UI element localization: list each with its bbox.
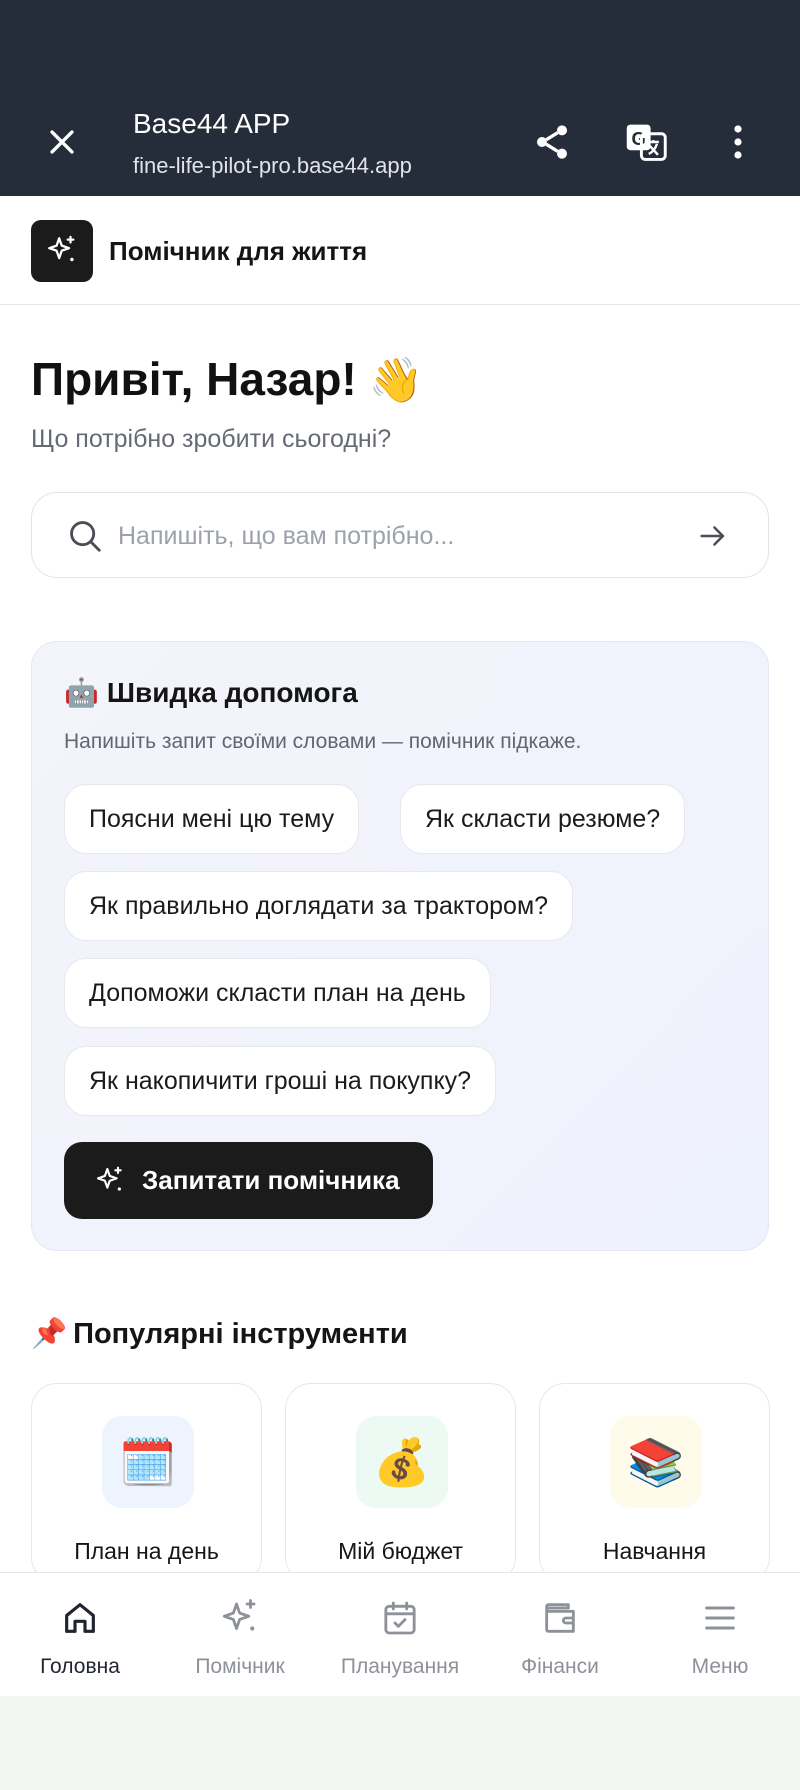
sparkles-icon	[94, 1165, 126, 1197]
sparkles-icon[interactable]	[31, 220, 93, 282]
popular-tools-title: 📌 Популярні інструменти	[31, 1317, 408, 1351]
waving-hand-icon: 👋	[368, 356, 424, 405]
page-subtitle: Що потрібно зробити сьогодні?	[31, 425, 392, 453]
system-gesture-area	[0, 1696, 800, 1790]
suggestion-chip[interactable]: Поясни мені цю тему	[64, 784, 360, 854]
suggestion-chip[interactable]: Як правильно доглядати за трактором?	[64, 871, 574, 941]
nav-label: Головна	[40, 1655, 120, 1678]
tool-label: План на день	[74, 1538, 219, 1564]
translate-icon[interactable]: G	[622, 116, 670, 168]
nav-item-assistant[interactable]: Помічник	[160, 1573, 320, 1697]
app-name: Помічник для життя	[109, 236, 368, 266]
search-icon	[66, 517, 104, 555]
svg-text:G: G	[632, 128, 646, 149]
quick-help-card: 🤖 Швидка допомога Напишіть запит своїми с…	[31, 641, 769, 1251]
ask-assistant-button[interactable]: Запитати помічника	[64, 1142, 433, 1219]
tool-card-day-plan[interactable]: 🗓️ План на день	[31, 1383, 262, 1583]
close-icon[interactable]	[38, 118, 86, 166]
calendar-icon: 🗓️	[102, 1416, 194, 1508]
nav-label: Меню	[691, 1655, 749, 1678]
bottom-navigation: Головна Помічник Планування Фінанси Меню	[0, 1572, 800, 1696]
money-bag-icon: 💰	[356, 1416, 448, 1508]
more-vertical-icon[interactable]	[717, 116, 759, 168]
tool-card-learning[interactable]: 📚 Навчання	[539, 1383, 770, 1583]
tool-label: Навчання	[602, 1538, 707, 1564]
nav-item-home[interactable]: Головна	[0, 1573, 160, 1697]
browser-toolbar: Base44 APP fine-life-pilot-pro.base44.ap…	[0, 0, 800, 196]
menu-icon	[695, 1593, 745, 1643]
nav-item-planning[interactable]: Планування	[320, 1573, 480, 1697]
quick-help-subtitle: Напишіть запит своїми словами — помічник…	[64, 730, 582, 753]
search-input[interactable]	[118, 507, 698, 565]
popular-tools-title-text: Популярні інструменти	[73, 1318, 408, 1350]
browser-title: Base44 APP	[133, 108, 291, 139]
robot-icon: 🤖	[64, 677, 99, 708]
quick-help-title-text: Швидка допомога	[106, 677, 358, 708]
page-title: Привіт, Назар! 👋	[31, 352, 424, 406]
nav-label: Планування	[340, 1655, 460, 1678]
suggestion-chip[interactable]: Допоможи скласти план на день	[64, 958, 491, 1028]
home-icon	[55, 1593, 105, 1643]
suggestion-chip[interactable]: Як скласти резюме?	[400, 784, 686, 854]
tool-label: Мій бюджет	[338, 1538, 463, 1564]
wallet-icon	[535, 1593, 585, 1643]
share-icon[interactable]	[528, 116, 576, 168]
browser-url[interactable]: fine-life-pilot-pro.base44.app	[133, 153, 412, 179]
calendar-check-icon	[375, 1593, 425, 1643]
greeting-text: Привіт, Назар!	[31, 353, 357, 405]
nav-label: Помічник	[195, 1655, 285, 1678]
quick-help-title: 🤖 Швидка допомога	[64, 676, 358, 709]
arrow-right-icon[interactable]	[692, 515, 734, 557]
pushpin-icon: 📌	[31, 1318, 68, 1350]
nav-label: Фінанси	[521, 1655, 599, 1678]
nav-item-finance[interactable]: Фінанси	[480, 1573, 640, 1697]
ask-assistant-label: Запитати помічника	[142, 1165, 400, 1195]
app-header: Помічник для життя	[0, 196, 800, 305]
tool-card-budget[interactable]: 💰 Мій бюджет	[285, 1383, 516, 1583]
suggestion-chip[interactable]: Як накопичити гроші на покупку?	[64, 1046, 497, 1116]
sparkles-icon	[215, 1593, 265, 1643]
search-box	[31, 492, 769, 578]
nav-item-menu[interactable]: Меню	[640, 1573, 800, 1697]
books-icon: 📚	[610, 1416, 702, 1508]
